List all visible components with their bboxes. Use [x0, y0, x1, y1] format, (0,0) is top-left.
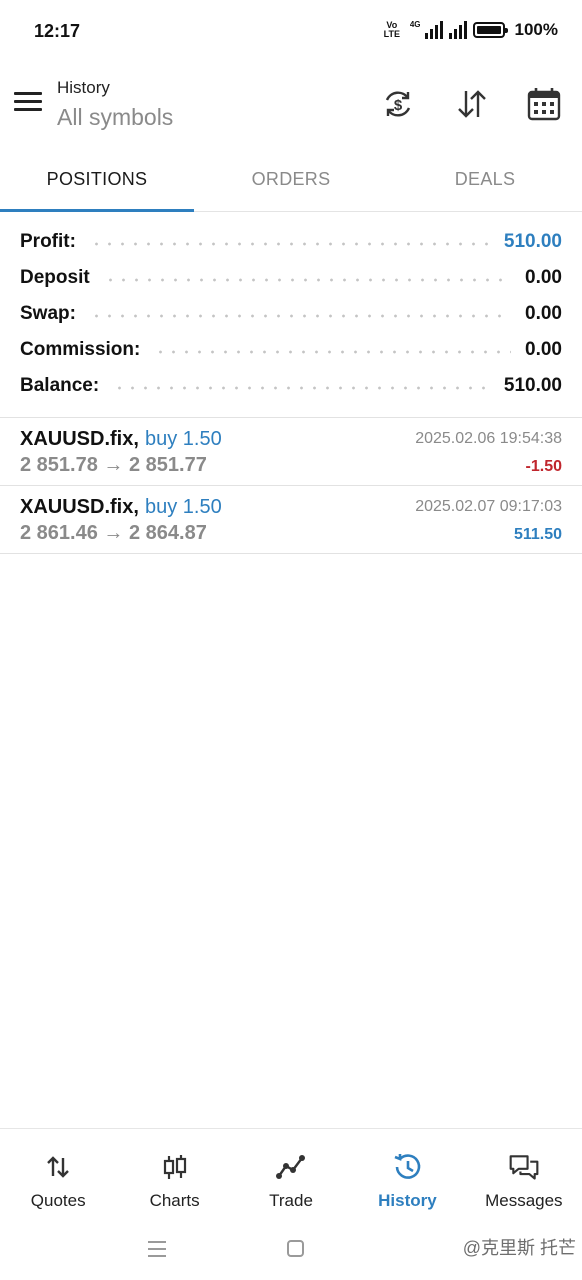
- charts-icon: [159, 1151, 191, 1183]
- tab-deals[interactable]: DEALS: [388, 150, 582, 211]
- nav-trade[interactable]: Trade: [233, 1129, 349, 1224]
- volte-bottom-label: LTE: [383, 29, 401, 39]
- nav-charts[interactable]: Charts: [116, 1129, 232, 1224]
- summary-label: Deposit: [20, 267, 90, 288]
- deal-time: 2025.02.06 19:54:38: [415, 430, 562, 447]
- summary-label: Commission:: [20, 339, 141, 360]
- menu-icon[interactable]: [14, 92, 42, 116]
- dotted-leader: [154, 348, 512, 356]
- bottom-nav: Quotes Charts Trade History Messages: [0, 1128, 582, 1224]
- summary-row-swap: Swap: 0.00: [20, 296, 562, 332]
- summary-row-deposit: Deposit 0.00: [20, 260, 562, 296]
- summary-label: Profit:: [20, 231, 76, 252]
- deal-time: 2025.02.07 09:17:03: [415, 498, 562, 515]
- svg-text:$: $: [394, 97, 403, 114]
- signal-icon-2: [448, 21, 467, 39]
- status-icons: Vo LTE 4G 100%: [380, 20, 558, 40]
- trade-icon: [275, 1151, 307, 1183]
- tab-positions[interactable]: POSITIONS: [0, 150, 194, 212]
- tab-orders[interactable]: ORDERS: [194, 150, 388, 211]
- deal-profit: 511.50: [513, 526, 562, 543]
- history-icon: [391, 1151, 423, 1183]
- recent-apps-icon[interactable]: [148, 1241, 166, 1262]
- quotes-icon: [42, 1151, 74, 1183]
- volte-icon: Vo LTE: [380, 21, 404, 39]
- summary-label: Balance:: [20, 375, 100, 396]
- messages-icon: [508, 1151, 540, 1183]
- status-bar: 12:17 Vo LTE 4G 100%: [0, 0, 582, 62]
- deal-symbol: XAUUSD.fix,: [20, 428, 139, 450]
- summary-row-balance: Balance: 510.00: [20, 368, 562, 404]
- nav-label: Charts: [149, 1191, 200, 1210]
- app-bar: History All symbols $: [0, 62, 582, 150]
- list-item[interactable]: XAUUSD.fix, buy 1.50 2 851.78 → 2 851.77…: [0, 418, 582, 486]
- deal-prices: 2 851.78 → 2 851.77: [20, 454, 207, 476]
- deal-side: buy 1.50: [145, 496, 222, 518]
- network-type-label: 4G: [409, 20, 421, 29]
- nav-label: Messages: [485, 1191, 563, 1210]
- dotted-leader: [89, 312, 512, 320]
- nav-label: Trade: [269, 1191, 313, 1210]
- nav-label: Quotes: [30, 1191, 86, 1210]
- nav-history[interactable]: History: [349, 1129, 465, 1224]
- watermark: @克里斯 托芒: [462, 1238, 576, 1258]
- currency-refresh-icon[interactable]: $: [376, 82, 420, 126]
- deal-symbol: XAUUSD.fix,: [20, 496, 139, 518]
- nav-label: History: [378, 1191, 437, 1210]
- deal-profit: -1.50: [525, 458, 562, 475]
- system-nav-bar: @克里斯 托芒: [0, 1226, 582, 1280]
- summary-value-balance: 510.00: [503, 375, 562, 396]
- status-time: 12:17: [34, 21, 81, 41]
- deal-prices: 2 861.46 → 2 864.87: [20, 522, 207, 544]
- signal-icon-1: [424, 21, 443, 39]
- nav-messages[interactable]: Messages: [466, 1129, 582, 1224]
- dotted-leader: [89, 240, 490, 248]
- deal-side: buy 1.50: [145, 428, 222, 450]
- page-title: History: [57, 78, 110, 97]
- tab-bar: POSITIONS ORDERS DEALS: [0, 150, 582, 212]
- dotted-leader: [113, 384, 490, 392]
- summary-label: Swap:: [20, 303, 76, 324]
- calendar-icon[interactable]: [522, 82, 566, 126]
- dotted-leader: [103, 276, 512, 284]
- summary-value-profit: 510.00: [503, 231, 562, 252]
- summary-value-deposit: 0.00: [525, 267, 562, 288]
- summary-value-swap: 0.00: [525, 303, 562, 324]
- summary-panel: Profit: 510.00 Deposit 0.00 Swap: 0.00 C…: [20, 224, 562, 404]
- battery-icon: [472, 22, 508, 38]
- nav-quotes[interactable]: Quotes: [0, 1129, 116, 1224]
- summary-value-commission: 0.00: [525, 339, 562, 360]
- battery-percent: 100%: [514, 20, 558, 39]
- list-item[interactable]: XAUUSD.fix, buy 1.50 2 861.46 → 2 864.87…: [0, 486, 582, 554]
- summary-row-profit: Profit: 510.00: [20, 224, 562, 260]
- symbol-filter[interactable]: All symbols: [57, 104, 173, 131]
- summary-row-commission: Commission: 0.00: [20, 332, 562, 368]
- home-icon[interactable]: [287, 1240, 304, 1257]
- sort-icon[interactable]: [450, 82, 494, 126]
